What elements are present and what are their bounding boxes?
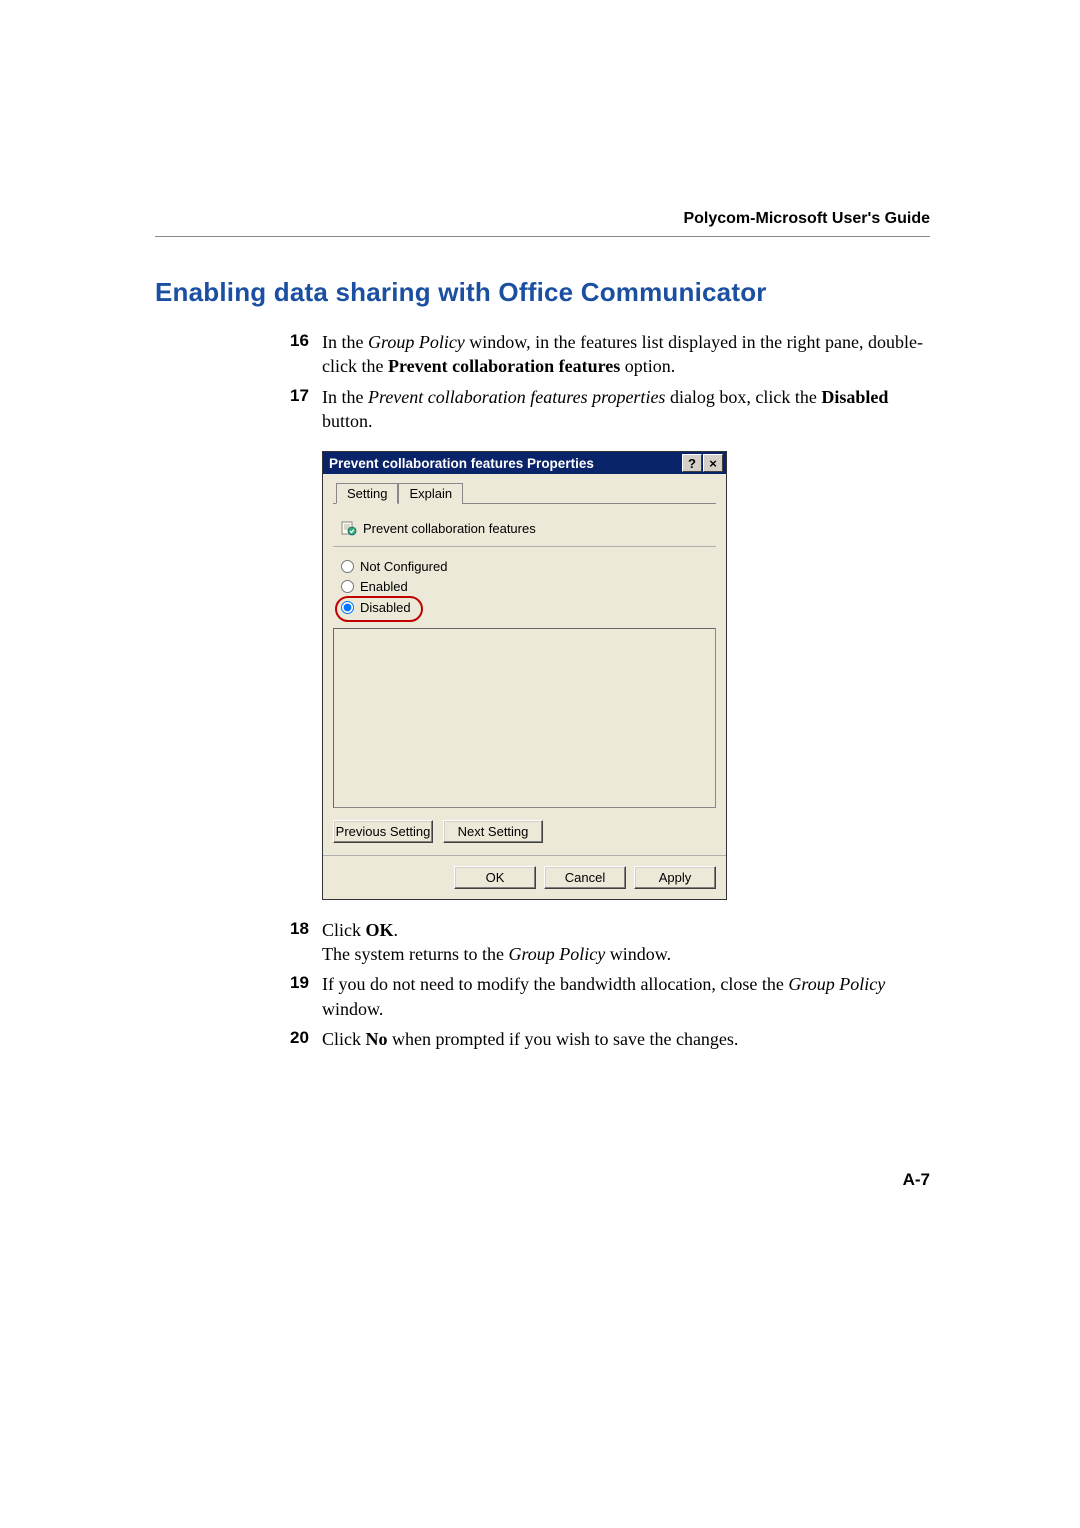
step-19: 19 If you do not need to modify the band… bbox=[290, 972, 930, 1021]
properties-dialog: Prevent collaboration features Propertie… bbox=[322, 451, 727, 900]
step-body: In the Group Policy window, in the featu… bbox=[322, 330, 930, 379]
dialog-titlebar: Prevent collaboration features Propertie… bbox=[323, 452, 726, 474]
dialog-title: Prevent collaboration features Propertie… bbox=[329, 456, 594, 471]
tab-setting[interactable]: Setting bbox=[336, 483, 398, 504]
step-body: Click No when prompted if you wish to sa… bbox=[322, 1027, 930, 1051]
tab-explain[interactable]: Explain bbox=[398, 483, 463, 504]
radio-group: Not Configured Enabled Disabled bbox=[333, 557, 716, 622]
highlight-circle: Disabled bbox=[335, 596, 423, 622]
policy-name-row: Prevent collaboration features bbox=[333, 516, 716, 547]
step-number: 18 bbox=[290, 918, 322, 967]
policy-icon bbox=[341, 520, 357, 536]
radio-input-enabled[interactable] bbox=[341, 580, 354, 593]
step-17: 17 In the Prevent collaboration features… bbox=[290, 385, 930, 434]
page-number: A-7 bbox=[903, 1170, 930, 1190]
step-16: 16 In the Group Policy window, in the fe… bbox=[290, 330, 930, 379]
dialog-figure: Prevent collaboration features Propertie… bbox=[322, 451, 930, 900]
help-button[interactable]: ? bbox=[682, 454, 702, 472]
radio-input-not-configured[interactable] bbox=[341, 560, 354, 573]
radio-input-disabled[interactable] bbox=[341, 601, 354, 614]
apply-button[interactable]: Apply bbox=[634, 866, 716, 889]
step-20: 20 Click No when prompted if you wish to… bbox=[290, 1027, 930, 1051]
step-number: 17 bbox=[290, 385, 322, 434]
step-body: If you do not need to modify the bandwid… bbox=[322, 972, 930, 1021]
radio-not-configured[interactable]: Not Configured bbox=[341, 557, 716, 577]
ok-button[interactable]: OK bbox=[454, 866, 536, 889]
previous-setting-button[interactable]: Previous Setting bbox=[333, 820, 433, 843]
settings-panel bbox=[333, 628, 716, 808]
step-number: 16 bbox=[290, 330, 322, 379]
section-heading: Enabling data sharing with Office Commun… bbox=[155, 277, 930, 308]
policy-label: Prevent collaboration features bbox=[363, 521, 536, 536]
step-number: 20 bbox=[290, 1027, 322, 1051]
step-body: Click OK. The system returns to the Grou… bbox=[322, 918, 930, 967]
tab-strip: Setting Explain bbox=[333, 482, 716, 504]
step-body: In the Prevent collaboration features pr… bbox=[322, 385, 930, 434]
step-18: 18 Click OK. The system returns to the G… bbox=[290, 918, 930, 967]
radio-enabled[interactable]: Enabled bbox=[341, 577, 716, 597]
guide-title: Polycom-Microsoft User's Guide bbox=[155, 210, 930, 228]
radio-disabled[interactable]: Disabled bbox=[341, 598, 411, 618]
close-button[interactable]: × bbox=[703, 454, 723, 472]
content-region: 16 In the Group Policy window, in the fe… bbox=[290, 330, 930, 1051]
step-number: 19 bbox=[290, 972, 322, 1021]
cancel-button[interactable]: Cancel bbox=[544, 866, 626, 889]
next-setting-button[interactable]: Next Setting bbox=[443, 820, 543, 843]
header-divider bbox=[155, 236, 930, 237]
